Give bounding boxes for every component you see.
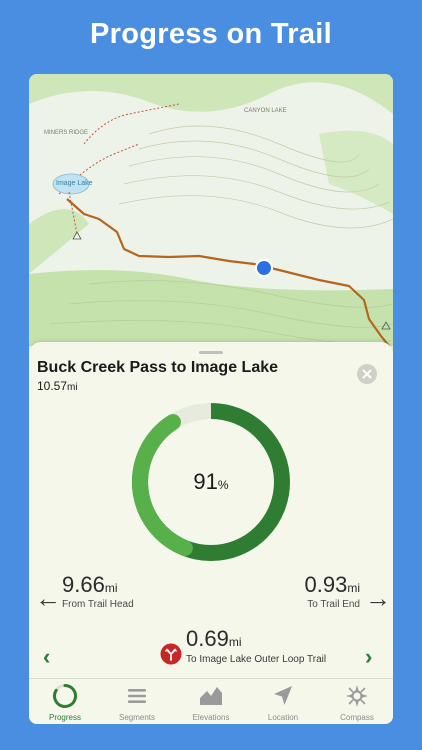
map-label-image-lake: Image Lake	[56, 180, 93, 187]
next-waypoint-unit: mi	[228, 635, 242, 649]
progress-ring: 91%	[131, 402, 291, 562]
from-trail-head-value: 9.66	[62, 572, 105, 597]
tab-segments[interactable]: Segments	[101, 683, 173, 722]
close-icon	[362, 369, 372, 379]
arrow-left-icon: ←	[35, 583, 61, 613]
map-label-canyon-lake: CANYON LAKE	[244, 108, 287, 114]
to-trail-end-value: 0.93	[304, 572, 348, 597]
trail-length-value: 10.57	[37, 379, 68, 393]
app-screen: Image Lake CANYON LAKE MINERS RIDGE Buck…	[29, 74, 393, 724]
tab-segments-label: Segments	[118, 713, 156, 722]
arrow-right-icon: →	[365, 583, 391, 613]
sheet-grabber[interactable]	[199, 351, 223, 354]
mountain-chart-icon	[200, 687, 222, 705]
compass-icon	[346, 685, 368, 707]
from-trail-head-unit: mi	[104, 581, 118, 595]
tab-compass[interactable]: Compass	[321, 683, 393, 722]
headline: Progress on Trail	[89, 18, 332, 50]
next-waypoint-distance: 0.69mi	[186, 626, 242, 652]
progress-ring-icon	[53, 684, 77, 708]
to-trail-end-caption: To Trail End	[307, 599, 360, 610]
tab-location[interactable]: Location	[247, 683, 319, 722]
next-waypoint-caption: To Image Lake Outer Loop Trail	[186, 654, 327, 665]
trail-length: 10.57mi	[37, 379, 78, 393]
to-trail-end-unit: mi	[347, 581, 360, 595]
location-arrow-icon	[274, 686, 292, 705]
next-waypoint-button[interactable]: ›	[365, 646, 372, 668]
tab-compass-label: Compass	[340, 713, 374, 722]
progress-percent: 91%	[131, 469, 291, 495]
trail-progress-sheet: Buck Creek Pass to Image Lake 10.57mi 91…	[29, 342, 393, 724]
topo-map[interactable]: Image Lake CANYON LAKE MINERS RIDGE	[29, 74, 393, 346]
tab-progress-label: Progress	[48, 713, 81, 722]
list-lines-icon	[128, 689, 146, 703]
trail-length-unit: mi	[67, 382, 78, 393]
tab-elevations-label: Elevations	[192, 713, 230, 722]
trail-title: Buck Creek Pass to Image Lake	[37, 359, 279, 376]
previous-waypoint-button[interactable]: ‹	[43, 646, 50, 668]
tab-progress[interactable]: Progress	[29, 683, 101, 722]
progress-percent-value: 91	[193, 469, 218, 494]
map-label-miners-ridge: MINERS RIDGE	[44, 130, 88, 136]
trail-junction-icon	[160, 643, 182, 665]
from-trail-head-caption: From Trail Head	[62, 599, 134, 610]
next-waypoint-value: 0.69	[186, 626, 229, 651]
progress-percent-unit: %	[217, 478, 229, 492]
tab-location-label: Location	[267, 713, 299, 722]
to-trail-end-stat: 0.93mi To Trail End	[305, 572, 361, 610]
close-button[interactable]	[357, 364, 377, 384]
from-trail-head-stat: 9.66mi From Trail Head	[62, 572, 134, 610]
tab-elevations[interactable]: Elevations	[175, 683, 247, 722]
tab-bar: Progress Segments Elevations Location Co…	[29, 678, 393, 724]
